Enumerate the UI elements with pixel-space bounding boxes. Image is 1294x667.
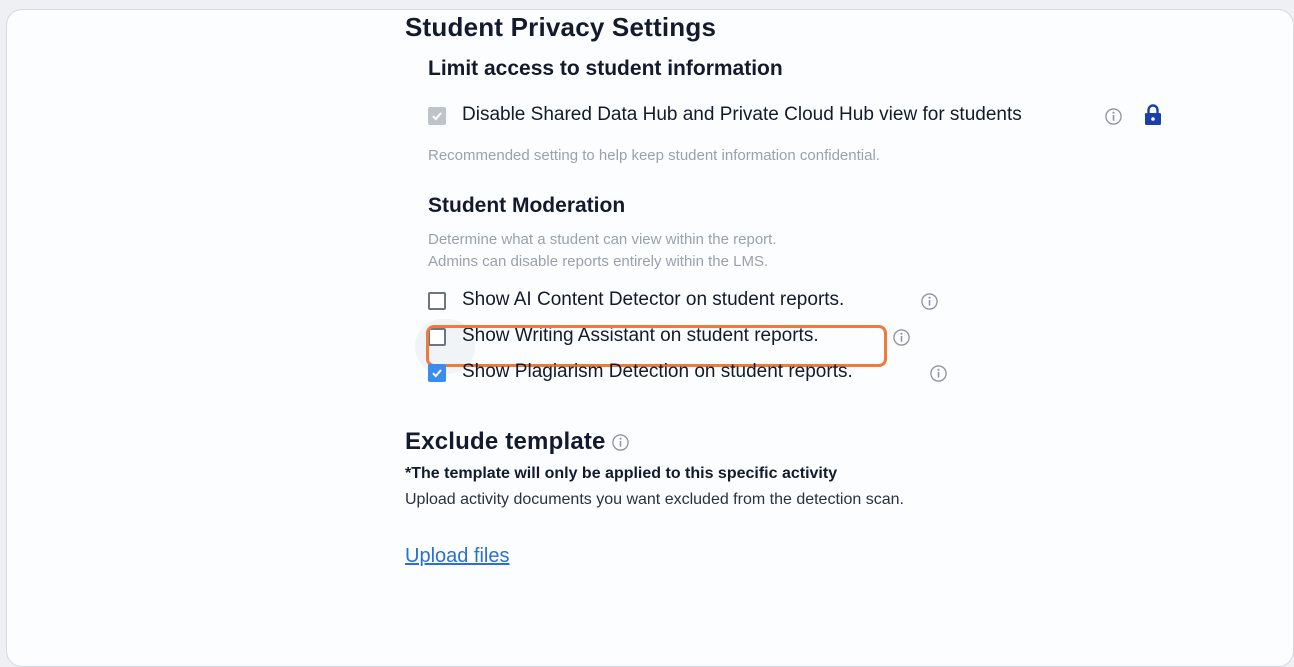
ai-detector-label: Show AI Content Detector on student repo… [462, 289, 845, 310]
exclude-template-heading: Exclude template [405, 428, 606, 455]
student-moderation-heading: Student Moderation [428, 194, 626, 217]
disable-data-hub-label: Disable Shared Data Hub and Private Clou… [462, 104, 1022, 125]
info-icon[interactable] [920, 292, 939, 311]
checkmark-icon [432, 112, 442, 121]
privacy-settings-heading: Student Privacy Settings [405, 12, 717, 42]
exclude-template-description: Upload activity documents you want exclu… [405, 491, 904, 508]
plagiarism-detection-label: Show Plagiarism Detection on student rep… [462, 361, 853, 382]
info-icon[interactable] [1104, 107, 1123, 126]
limit-access-heading: Limit access to student information [428, 57, 783, 80]
info-icon[interactable] [611, 433, 630, 452]
info-icon[interactable] [892, 328, 911, 347]
plagiarism-detection-checkbox[interactable] [428, 364, 446, 382]
exclude-template-note: *The template will only be applied to th… [405, 465, 838, 482]
checkmark-icon [432, 369, 442, 378]
settings-panel: Student Privacy Settings Limit access to… [6, 9, 1294, 667]
moderation-help-line2: Admins can disable reports entirely with… [428, 253, 769, 270]
upload-files-link[interactable]: Upload files [405, 545, 510, 568]
ai-detector-checkbox[interactable] [428, 292, 446, 310]
info-icon[interactable] [929, 364, 948, 383]
limit-access-help: Recommended setting to help keep student… [428, 147, 880, 164]
lock-icon [1145, 104, 1161, 125]
moderation-help-line1: Determine what a student can view within… [428, 231, 777, 248]
disable-data-hub-checkbox[interactable] [428, 107, 446, 125]
